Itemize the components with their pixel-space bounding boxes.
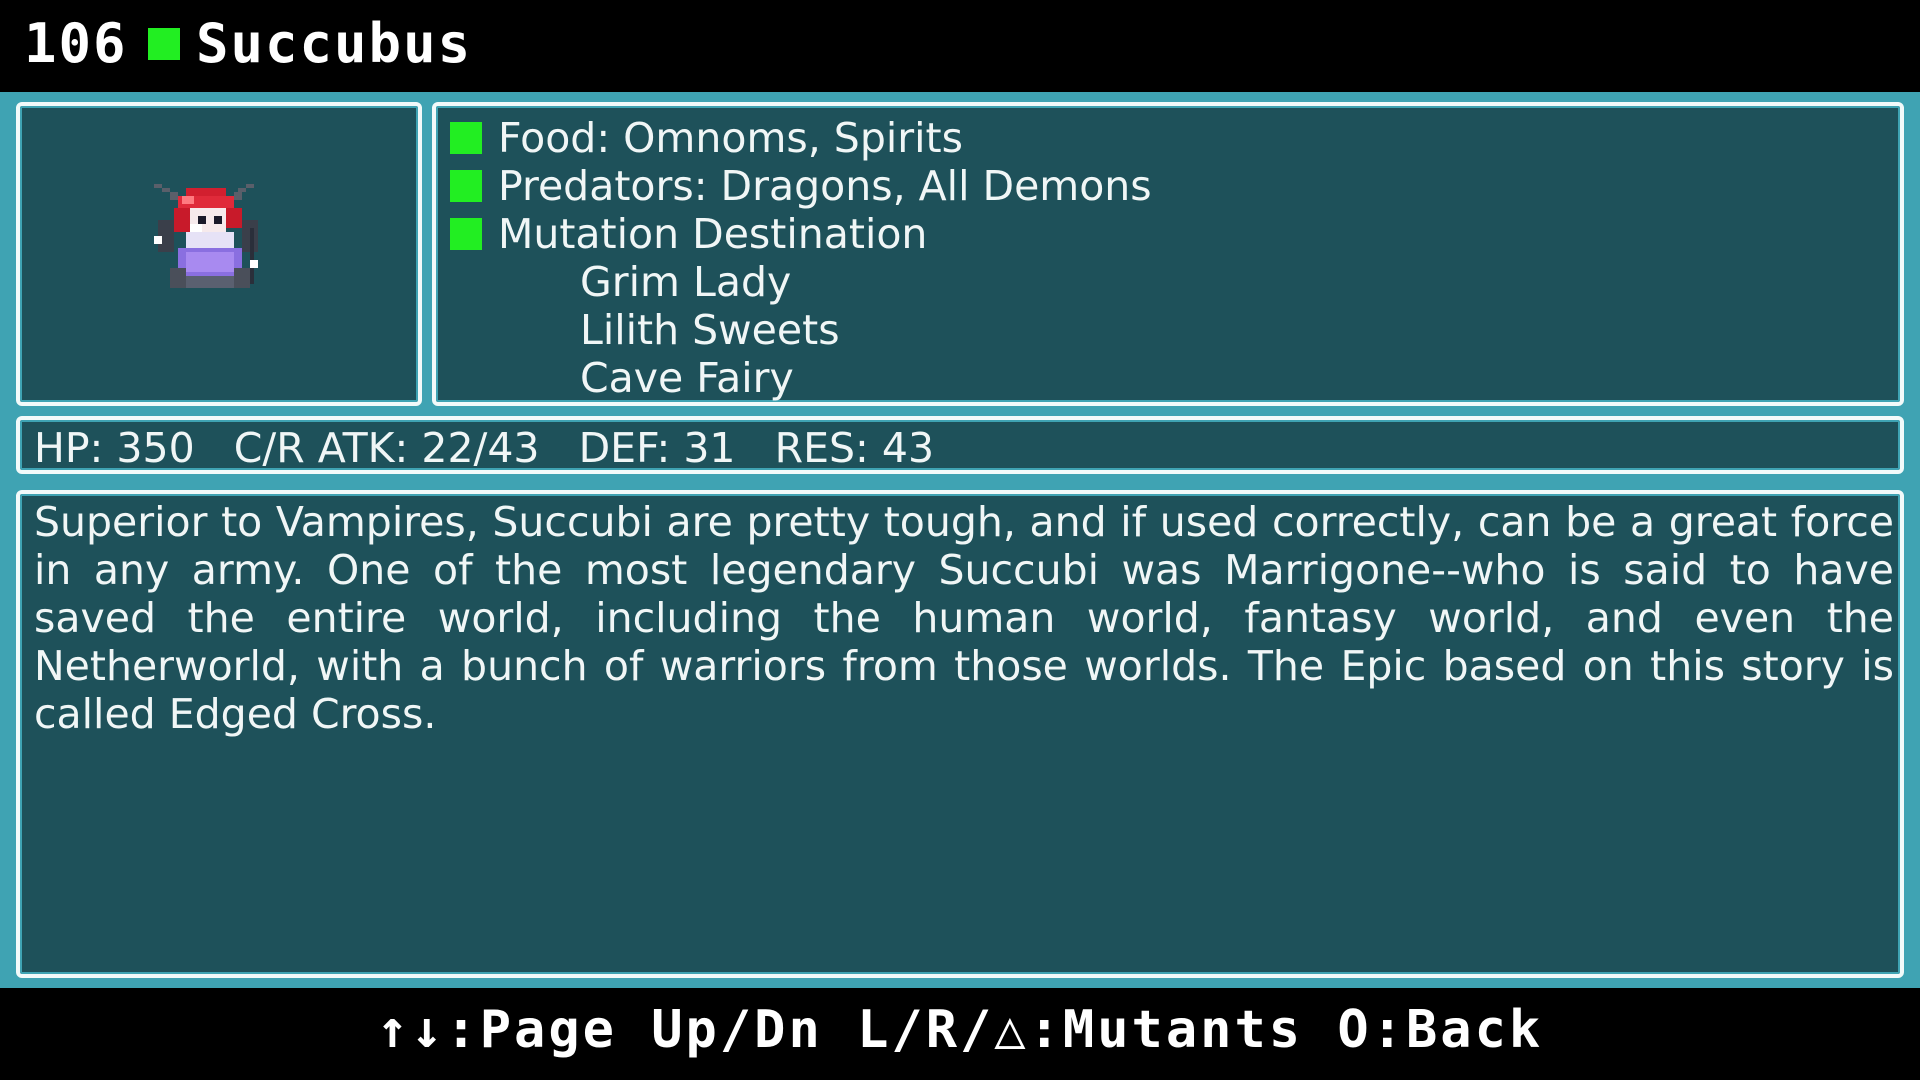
mutation-item: Lilith Sweets bbox=[580, 306, 840, 354]
controls-hint: ↑↓:Page Up/Dn L/R/△:Mutants O:Back bbox=[376, 1000, 1544, 1060]
mutation-heading-row: Mutation Destination bbox=[450, 210, 1152, 258]
separator-square-icon bbox=[148, 28, 180, 60]
mutation-heading: Mutation Destination bbox=[498, 210, 928, 258]
predators-row: Predators: Dragons, All Demons bbox=[450, 162, 1152, 210]
title-bar: 106 Succubus bbox=[0, 0, 1920, 92]
stats-panel: HP: 350 C/R ATK: 22/43 DEF: 31 RES: 43 bbox=[16, 416, 1904, 474]
stats-line: HP: 350 C/R ATK: 22/43 DEF: 31 RES: 43 bbox=[34, 424, 935, 472]
mutation-item: Cave Fairy bbox=[580, 354, 794, 402]
info-panel: Food: Omnoms, Spirits Predators: Dragons… bbox=[432, 102, 1904, 406]
mutation-item: Grim Lady bbox=[580, 258, 792, 306]
portrait-panel bbox=[16, 102, 422, 406]
bullet-square-icon bbox=[450, 122, 482, 154]
succubus-sprite-icon bbox=[154, 184, 258, 288]
bullet-square-icon bbox=[450, 218, 482, 250]
bullet-square-icon bbox=[450, 170, 482, 202]
encyclopedia-body: Food: Omnoms, Spirits Predators: Dragons… bbox=[0, 92, 1920, 988]
monster-name: Succubus bbox=[196, 12, 473, 75]
food-row: Food: Omnoms, Spirits bbox=[450, 114, 1152, 162]
predators-text: Predators: Dragons, All Demons bbox=[498, 162, 1152, 210]
entry-number: 106 bbox=[24, 12, 128, 75]
food-text: Food: Omnoms, Spirits bbox=[498, 114, 963, 162]
controls-bar: ↑↓:Page Up/Dn L/R/△:Mutants O:Back bbox=[0, 988, 1920, 1080]
description-panel: Superior to Vampires, Succubi are pretty… bbox=[16, 490, 1904, 978]
description-text: Superior to Vampires, Succubi are pretty… bbox=[34, 498, 1894, 738]
